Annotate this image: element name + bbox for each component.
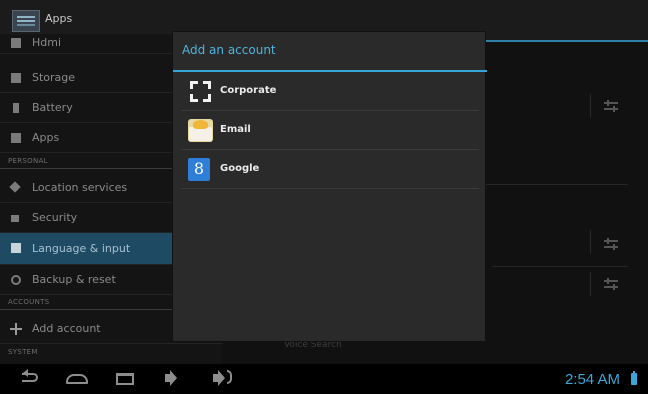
divider [590,272,591,296]
back-icon[interactable] [22,369,38,382]
home-icon[interactable] [66,374,88,384]
volume-down-icon[interactable] [165,370,177,386]
corporate-icon [188,80,213,103]
sidebar-item-label: Security [32,211,78,224]
sidebar-item-label: Storage [32,71,76,84]
sidebar-item-label: Battery [32,101,73,114]
location-icon [9,181,21,193]
account-option-corporate[interactable]: Corporate [173,72,487,111]
add-account-dialog: Add an account Corporate Email 8 Google [172,31,487,342]
sidebar-item-label: Hdmi [32,36,62,49]
clock[interactable]: 2:54 AM [565,371,620,388]
account-option-label: Google [220,163,260,174]
sidebar-item-label: Language & input [32,242,131,255]
account-option-email[interactable]: Email [173,111,487,150]
sidebar-item-label: Add account [32,322,101,335]
account-option-google[interactable]: 8 Google [173,150,487,189]
apps-icon [11,133,21,143]
action-bar-title: Apps [45,12,73,25]
hdmi-icon [11,38,21,48]
language-icon [11,243,21,253]
section-header-personal: PERSONAL [8,157,48,165]
section-header-system: SYSTEM [8,348,38,356]
storage-icon [11,73,21,83]
dialog-title: Add an account [182,43,276,57]
divider [492,266,628,267]
plus-icon [10,323,22,335]
recent-apps-icon[interactable] [116,373,134,385]
settings-screen: Apps Hdmi Storage Battery Apps PERSONAL … [0,0,648,394]
email-icon [188,119,213,142]
settings-sliders-icon[interactable] [604,238,618,250]
battery-icon [13,103,19,113]
google-icon: 8 [188,158,210,181]
battery-status-icon[interactable] [631,371,637,385]
navigation-bar: 2:54 AM [0,364,648,394]
settings-app-icon[interactable] [12,10,40,32]
section-header-accounts: ACCOUNTS [8,298,50,306]
divider [590,94,591,118]
account-option-label: Email [220,124,251,135]
settings-sliders-icon[interactable] [604,278,618,290]
sidebar-item-label: Backup & reset [32,273,116,286]
divider [181,188,479,189]
volume-up-icon[interactable] [213,370,232,386]
settings-sliders-icon[interactable] [604,100,618,112]
backup-icon [11,275,21,285]
lock-icon [11,215,19,222]
account-option-label: Corporate [220,85,277,96]
sidebar-item-label: Location services [32,181,128,194]
divider [590,230,591,254]
sidebar-item-label: Apps [32,131,60,144]
